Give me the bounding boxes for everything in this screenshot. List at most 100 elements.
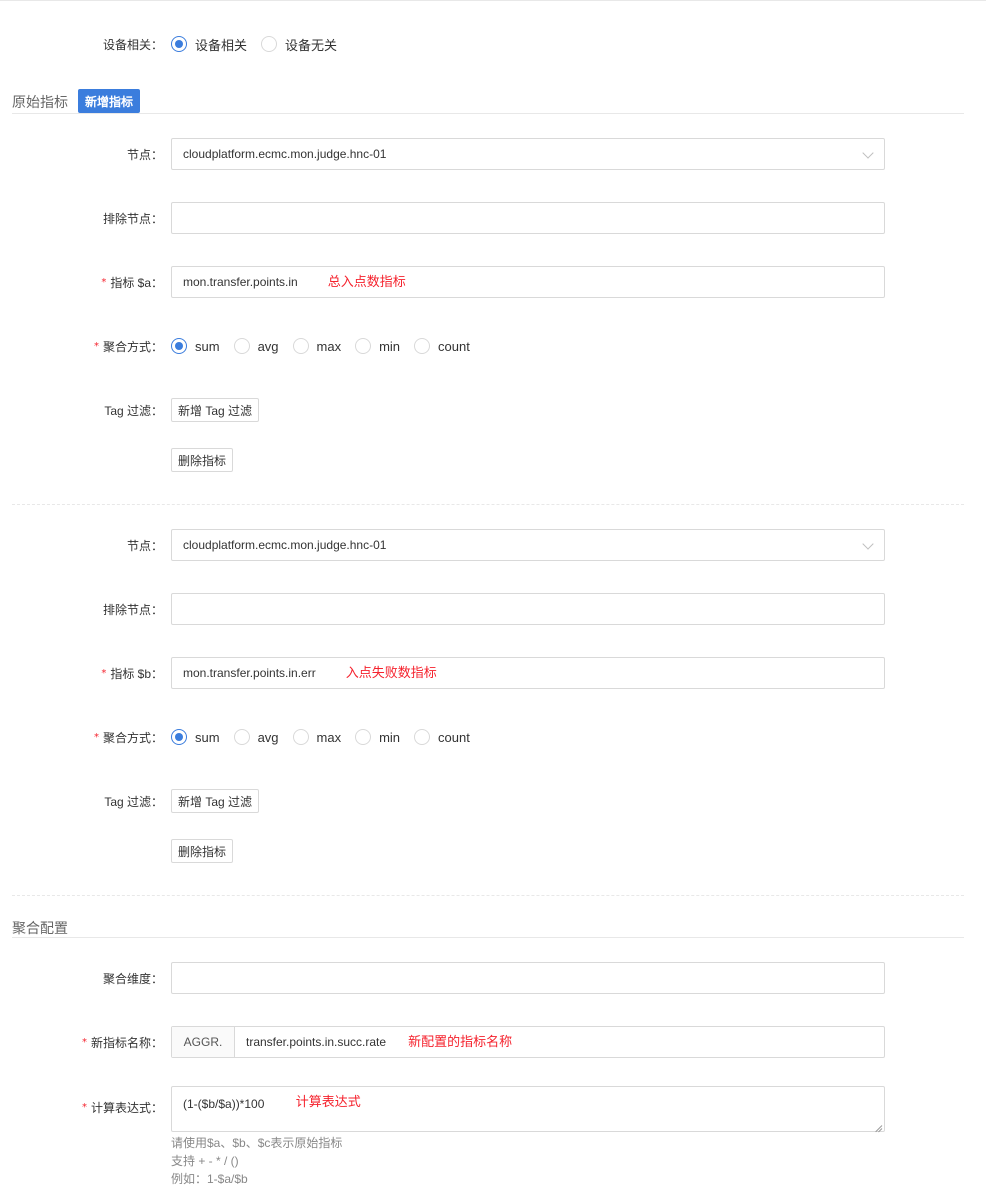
agg-radio-group: sum avg max min count [171, 729, 484, 745]
metric-separator [12, 504, 964, 505]
radio-checked-icon [171, 338, 187, 354]
dimension-row: 聚合维度： [0, 962, 986, 994]
delete-metric-button[interactable]: 删除指标 [171, 448, 234, 472]
add-tag-filter-button[interactable]: 新增 Tag 过滤 [171, 789, 260, 813]
agg-avg-radio[interactable]: avg [233, 338, 279, 354]
resize-handle-icon[interactable] [874, 1121, 882, 1129]
radio-unchecked-icon [292, 729, 309, 745]
metric-a-node-row: 节点： cloudplatform.ecmc.mon.judge.hnc-01 [0, 138, 986, 170]
dimension-label: 聚合维度： [102, 971, 163, 986]
metric-b-input[interactable]: mon.transfer.points.in.err 入点失败数指标 [171, 657, 885, 689]
metric-b-name-row: * 指标 $b： mon.transfer.points.in.err 入点失败数… [0, 657, 986, 689]
agg-count-radio[interactable]: count [414, 338, 470, 354]
agg-sum-radio[interactable]: sum [171, 338, 220, 354]
required-mark: * [101, 276, 107, 288]
radio-unchecked-icon [414, 338, 431, 354]
chevron-down-icon [862, 538, 874, 550]
expression-value: (1-($b/$a))*100 [183, 1097, 265, 1111]
radio-unchecked-icon [414, 729, 431, 745]
node-select-value: cloudplatform.ecmc.mon.judge.hnc-01 [183, 538, 387, 552]
add-tag-filter-button[interactable]: 新增 Tag 过滤 [171, 398, 260, 422]
radio-unchecked-icon [355, 729, 372, 745]
required-mark: * [93, 340, 99, 352]
exclude-node-input[interactable] [171, 593, 885, 625]
delete-metric-button[interactable]: 删除指标 [171, 839, 234, 863]
device-label: 设备相关： [102, 37, 163, 52]
new-name-input-group[interactable]: AGGR. transfer.points.in.succ.rate 新配置的指… [171, 1026, 885, 1058]
radio-unchecked-icon [233, 338, 250, 354]
radio-unchecked-icon [292, 338, 309, 354]
expression-annotation: 计算表达式 [295, 1094, 361, 1109]
metric-b-tag-row: Tag 过滤： 新增 Tag 过滤 [0, 789, 986, 813]
radio-label: 设备相关 [195, 37, 248, 53]
radio-label: 设备无关 [285, 37, 338, 53]
exclude-node-label: 排除节点： [102, 602, 163, 617]
device-row: 设备相关： 设备相关 设备无关 [0, 33, 986, 55]
agg-label: * 聚合方式： [93, 730, 163, 745]
new-name-value: transfer.points.in.succ.rate [246, 1035, 387, 1049]
metric-a-exclude-row: 排除节点： [0, 202, 986, 234]
radio-unchecked-icon [233, 729, 250, 745]
top-divider [0, 0, 986, 1]
expression-row: * 计算表达式： (1-($b/$a))*100 计算表达式 [0, 1086, 986, 1132]
agg-sum-radio[interactable]: sum [171, 729, 220, 745]
node-select[interactable]: cloudplatform.ecmc.mon.judge.hnc-01 [171, 529, 885, 561]
agg-max-radio[interactable]: max [292, 338, 341, 354]
expression-label: * 计算表达式： [81, 1101, 163, 1115]
agg-max-radio[interactable]: max [292, 729, 341, 745]
required-mark: * [81, 1036, 87, 1048]
metric-b-node-row: 节点： cloudplatform.ecmc.mon.judge.hnc-01 [0, 529, 986, 561]
raw-metrics-title: 原始指标 [12, 94, 68, 110]
required-mark: * [93, 731, 99, 743]
metric-a-value: mon.transfer.points.in [183, 275, 298, 289]
node-label: 节点： [126, 538, 163, 553]
metric-a-annotation: 总入点数指标 [327, 273, 406, 289]
metric-a-name-row: * 指标 $a： mon.transfer.points.in 总入点数指标 [0, 266, 986, 298]
required-mark: * [81, 1102, 87, 1113]
agg-radio-group: sum avg max min count [171, 338, 484, 354]
section-divider [12, 937, 964, 938]
radio-checked-icon [171, 36, 187, 52]
radio-unchecked-icon [261, 36, 278, 52]
device-related-radio[interactable]: 设备相关 [171, 35, 247, 54]
tag-filter-label: Tag 过滤： [104, 794, 163, 809]
new-name-annotation: 新配置的指标名称 [408, 1033, 513, 1049]
metric-a-input[interactable]: mon.transfer.points.in 总入点数指标 [171, 266, 885, 298]
new-name-row: * 新指标名称： AGGR. transfer.points.in.succ.ra… [0, 1026, 986, 1058]
node-select[interactable]: cloudplatform.ecmc.mon.judge.hnc-01 [171, 138, 885, 170]
device-radio-group: 设备相关 设备无关 [171, 35, 351, 54]
node-label: 节点： [126, 147, 163, 162]
section-divider [12, 113, 964, 114]
agg-avg-radio[interactable]: avg [233, 729, 279, 745]
metric-separator [12, 895, 964, 896]
metric-b-annotation: 入点失败数指标 [345, 664, 437, 680]
add-metric-button[interactable]: 新增指标 [78, 89, 141, 113]
device-unrelated-radio[interactable]: 设备无关 [261, 35, 337, 54]
chevron-down-icon [862, 147, 874, 159]
tag-filter-label: Tag 过滤： [104, 403, 163, 418]
required-mark: * [101, 667, 107, 679]
help-line: 例如：1-$a/$b [171, 1172, 248, 1186]
metric-label: * 指标 $b： [101, 666, 163, 681]
node-select-value: cloudplatform.ecmc.mon.judge.hnc-01 [183, 147, 387, 161]
exclude-node-label: 排除节点： [102, 211, 163, 226]
expression-textarea[interactable]: (1-($b/$a))*100 计算表达式 [171, 1086, 885, 1132]
agg-count-radio[interactable]: count [414, 729, 470, 745]
agg-label: * 聚合方式： [93, 339, 163, 354]
new-name-input[interactable]: transfer.points.in.succ.rate 新配置的指标名称 [235, 1027, 512, 1057]
dimension-input[interactable] [171, 962, 885, 994]
agg-min-radio[interactable]: min [355, 729, 400, 745]
metric-label: * 指标 $a： [101, 275, 163, 290]
help-line: 支持 + - * / () [171, 1154, 239, 1168]
metric-a-tag-row: Tag 过滤： 新增 Tag 过滤 [0, 398, 986, 422]
aggregation-title: 聚合配置 [12, 920, 68, 936]
agg-min-radio[interactable]: min [355, 338, 400, 354]
radio-checked-icon [171, 729, 187, 745]
exclude-node-input[interactable] [171, 202, 885, 234]
metric-b-value: mon.transfer.points.in.err [183, 666, 316, 680]
radio-unchecked-icon [355, 338, 372, 354]
name-prefix-addon: AGGR. [172, 1027, 235, 1057]
new-name-label: * 新指标名称： [81, 1035, 163, 1050]
metric-b-exclude-row: 排除节点： [0, 593, 986, 625]
help-line: 请使用$a、$b、$c表示原始指标 [171, 1136, 343, 1150]
